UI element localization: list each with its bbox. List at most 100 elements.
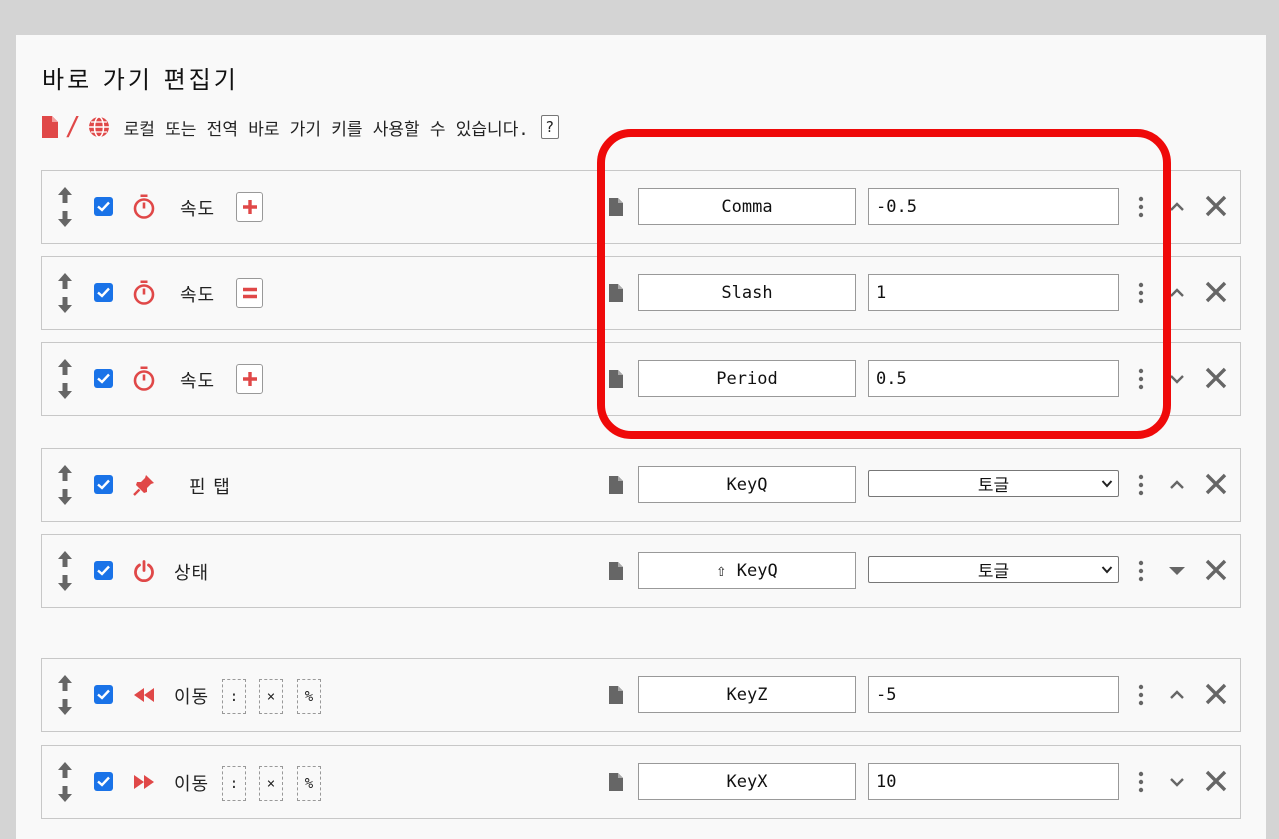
- enable-checkbox[interactable]: [94, 197, 113, 216]
- reorder-handle-icon[interactable]: [56, 673, 74, 717]
- close-icon[interactable]: [1205, 559, 1227, 581]
- help-button[interactable]: ?: [540, 115, 559, 139]
- equals-icon: [242, 287, 257, 299]
- mode-percent-button[interactable]: %: [297, 679, 321, 714]
- key-binding-input[interactable]: Slash: [638, 274, 856, 311]
- local-file-icon[interactable]: [609, 284, 623, 302]
- mode-select-value: 토글: [977, 476, 1010, 496]
- more-options-icon[interactable]: [1135, 281, 1147, 305]
- check-icon: [97, 565, 110, 576]
- more-options-icon[interactable]: [1135, 367, 1147, 391]
- enable-checkbox[interactable]: [94, 475, 113, 494]
- action-label: 상태: [174, 563, 210, 584]
- key-binding-input[interactable]: ⇧ KeyQ: [638, 552, 856, 589]
- fast-forward-icon: [130, 768, 158, 796]
- key-binding-input[interactable]: Period: [638, 360, 856, 397]
- key-binding-input[interactable]: KeyX: [638, 763, 856, 800]
- more-options-icon[interactable]: [1135, 770, 1147, 794]
- close-icon[interactable]: [1205, 367, 1227, 389]
- check-icon: [97, 201, 110, 212]
- action-label: 속도: [180, 199, 216, 220]
- enable-checkbox[interactable]: [94, 561, 113, 580]
- enable-checkbox[interactable]: [94, 772, 113, 791]
- shortcut-row: 속도 Slash 1: [41, 256, 1241, 330]
- close-icon[interactable]: [1205, 281, 1227, 303]
- value-input[interactable]: 10: [868, 763, 1119, 800]
- mode-percent-button[interactable]: %: [297, 766, 321, 801]
- stopwatch-icon: [130, 279, 158, 307]
- mode-colon-button[interactable]: :: [222, 679, 246, 714]
- key-binding-input[interactable]: Comma: [638, 188, 856, 225]
- more-options-icon[interactable]: [1135, 683, 1147, 707]
- close-icon[interactable]: [1205, 683, 1227, 705]
- chevron-down-icon[interactable]: [1166, 370, 1188, 388]
- slash-separator: /: [65, 112, 81, 142]
- key-binding-input[interactable]: KeyQ: [638, 466, 856, 503]
- chevron-up-icon[interactable]: [1166, 686, 1188, 704]
- more-options-icon[interactable]: [1135, 473, 1147, 497]
- operation-equals-button[interactable]: [236, 278, 263, 308]
- enable-checkbox[interactable]: [94, 283, 113, 302]
- shortcut-row: 상태 ⇧ KeyQ 토글: [41, 534, 1241, 608]
- chevron-down-icon: [1101, 480, 1113, 488]
- close-icon[interactable]: [1205, 770, 1227, 792]
- chevron-up-icon[interactable]: [1166, 476, 1188, 494]
- value-input[interactable]: 1: [868, 274, 1119, 311]
- value-input[interactable]: -0.5: [868, 188, 1119, 225]
- value-input[interactable]: 0.5: [868, 360, 1119, 397]
- chevron-up-icon[interactable]: [1166, 198, 1188, 216]
- subtitle-bar: / 로컬 또는 전역 바로 가기 키를 사용할 수 있습니다. ?: [42, 114, 559, 140]
- pin-icon: [130, 471, 158, 499]
- reorder-handle-icon[interactable]: [56, 185, 74, 229]
- mode-times-button[interactable]: ×: [259, 766, 283, 801]
- local-file-icon[interactable]: [609, 773, 623, 791]
- mode-times-button[interactable]: ×: [259, 679, 283, 714]
- mode-colon-button[interactable]: :: [222, 766, 246, 801]
- more-options-icon[interactable]: [1135, 559, 1147, 583]
- mode-select[interactable]: 토글: [868, 470, 1119, 497]
- action-label: 속도: [180, 371, 216, 392]
- plus-icon: [242, 200, 257, 214]
- chevron-down-icon[interactable]: [1166, 773, 1188, 791]
- enable-checkbox[interactable]: [94, 685, 113, 704]
- action-label: 속도: [180, 285, 216, 306]
- stopwatch-icon: [130, 193, 158, 221]
- page-title: 바로 가기 편집기: [42, 66, 239, 94]
- value-input[interactable]: -5: [868, 676, 1119, 713]
- shortcut-row: 이동 : × % KeyX 10: [41, 745, 1241, 819]
- reorder-handle-icon[interactable]: [56, 271, 74, 315]
- reorder-handle-icon[interactable]: [56, 549, 74, 593]
- check-icon: [97, 479, 110, 490]
- plus-icon: [242, 372, 257, 386]
- enable-checkbox[interactable]: [94, 369, 113, 388]
- stopwatch-icon: [130, 365, 158, 393]
- chevron-up-icon[interactable]: [1166, 284, 1188, 302]
- reorder-handle-icon[interactable]: [56, 463, 74, 507]
- reorder-handle-icon[interactable]: [56, 760, 74, 804]
- local-file-icon[interactable]: [609, 686, 623, 704]
- local-file-icon[interactable]: [609, 562, 623, 580]
- shortcut-row: 속도 Period 0.5: [41, 342, 1241, 416]
- globe-icon: [88, 116, 109, 138]
- close-icon[interactable]: [1205, 473, 1227, 495]
- local-file-icon[interactable]: [609, 370, 623, 388]
- action-label: 이동: [174, 687, 210, 708]
- action-label: 이동: [174, 774, 210, 795]
- operation-plus-button[interactable]: [236, 364, 263, 394]
- close-icon[interactable]: [1205, 195, 1227, 217]
- caret-down-icon[interactable]: [1166, 562, 1188, 580]
- check-icon: [97, 776, 110, 787]
- check-icon: [97, 287, 110, 298]
- mode-select[interactable]: 토글: [868, 556, 1119, 583]
- local-file-icon[interactable]: [609, 198, 623, 216]
- local-file-icon[interactable]: [609, 476, 623, 494]
- rewind-icon: [130, 681, 158, 709]
- check-icon: [97, 373, 110, 384]
- reorder-handle-icon[interactable]: [56, 357, 74, 401]
- key-binding-input[interactable]: KeyZ: [638, 676, 856, 713]
- shortcut-row: 속도 Comma -0.5: [41, 170, 1241, 244]
- operation-plus-button[interactable]: [236, 192, 263, 222]
- mode-select-value: 토글: [977, 562, 1010, 582]
- more-options-icon[interactable]: [1135, 195, 1147, 219]
- shortcut-row: 핀 탭 KeyQ 토글: [41, 448, 1241, 522]
